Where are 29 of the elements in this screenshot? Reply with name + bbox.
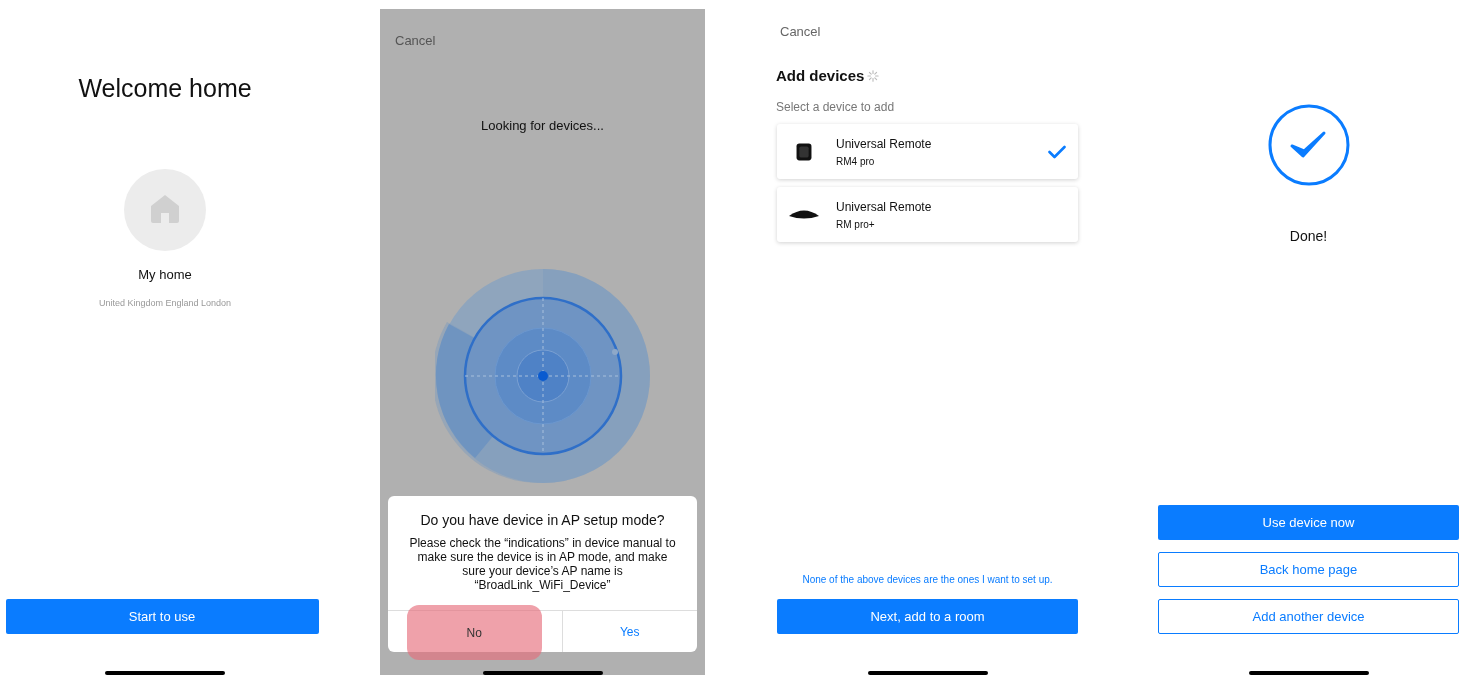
start-button[interactable]: Start to use xyxy=(5,599,319,634)
device-name: Universal Remote xyxy=(836,199,933,214)
device-name: Universal Remote xyxy=(836,136,933,151)
dialog-button[interactable]: Yes xyxy=(561,611,697,652)
action-button[interactable]: Add another device xyxy=(1158,599,1459,634)
next-button[interactable]: Next, add to a room xyxy=(777,599,1078,634)
home-icon xyxy=(124,169,206,251)
screen-subtitle: Select a device to add xyxy=(776,100,895,114)
dialog-title: Do you have device in AP setup mode? xyxy=(420,512,665,528)
search-status: Looking for devices... xyxy=(481,118,604,133)
cancel-link[interactable]: Cancel xyxy=(780,24,821,39)
action-button[interactable]: Use device now xyxy=(1158,505,1459,540)
device-model: RM pro+ xyxy=(836,218,876,230)
cancel-link[interactable]: Cancel xyxy=(395,33,436,48)
done-message: Done! xyxy=(1289,228,1328,244)
device-card[interactable]: Universal Remote RM4 pro xyxy=(777,124,1078,179)
dialog-message: Please check the “indications” in device manual to make sure the device is in AP mode, and make sure your device’s AP name is “BroadLink_WiFi_Device” xyxy=(408,535,677,592)
device-model: RM4 pro xyxy=(836,155,876,167)
device-card[interactable]: Universal Remote RM pro+ xyxy=(777,187,1078,242)
loading-spinner-icon xyxy=(867,69,880,82)
screen-title: Add devices xyxy=(776,67,865,84)
dome-icon xyxy=(789,210,819,219)
action-button[interactable]: Back home page xyxy=(1158,552,1459,587)
home-name: My home xyxy=(138,267,192,282)
screen-title: Welcome home xyxy=(78,74,252,103)
dialog-button[interactable]: No xyxy=(407,605,542,660)
success-check-icon xyxy=(1267,104,1350,186)
none-of-these-link[interactable]: None of the above devices are the ones I want to set up. xyxy=(802,574,1053,585)
home-location: United Kingdom England London xyxy=(98,298,232,308)
